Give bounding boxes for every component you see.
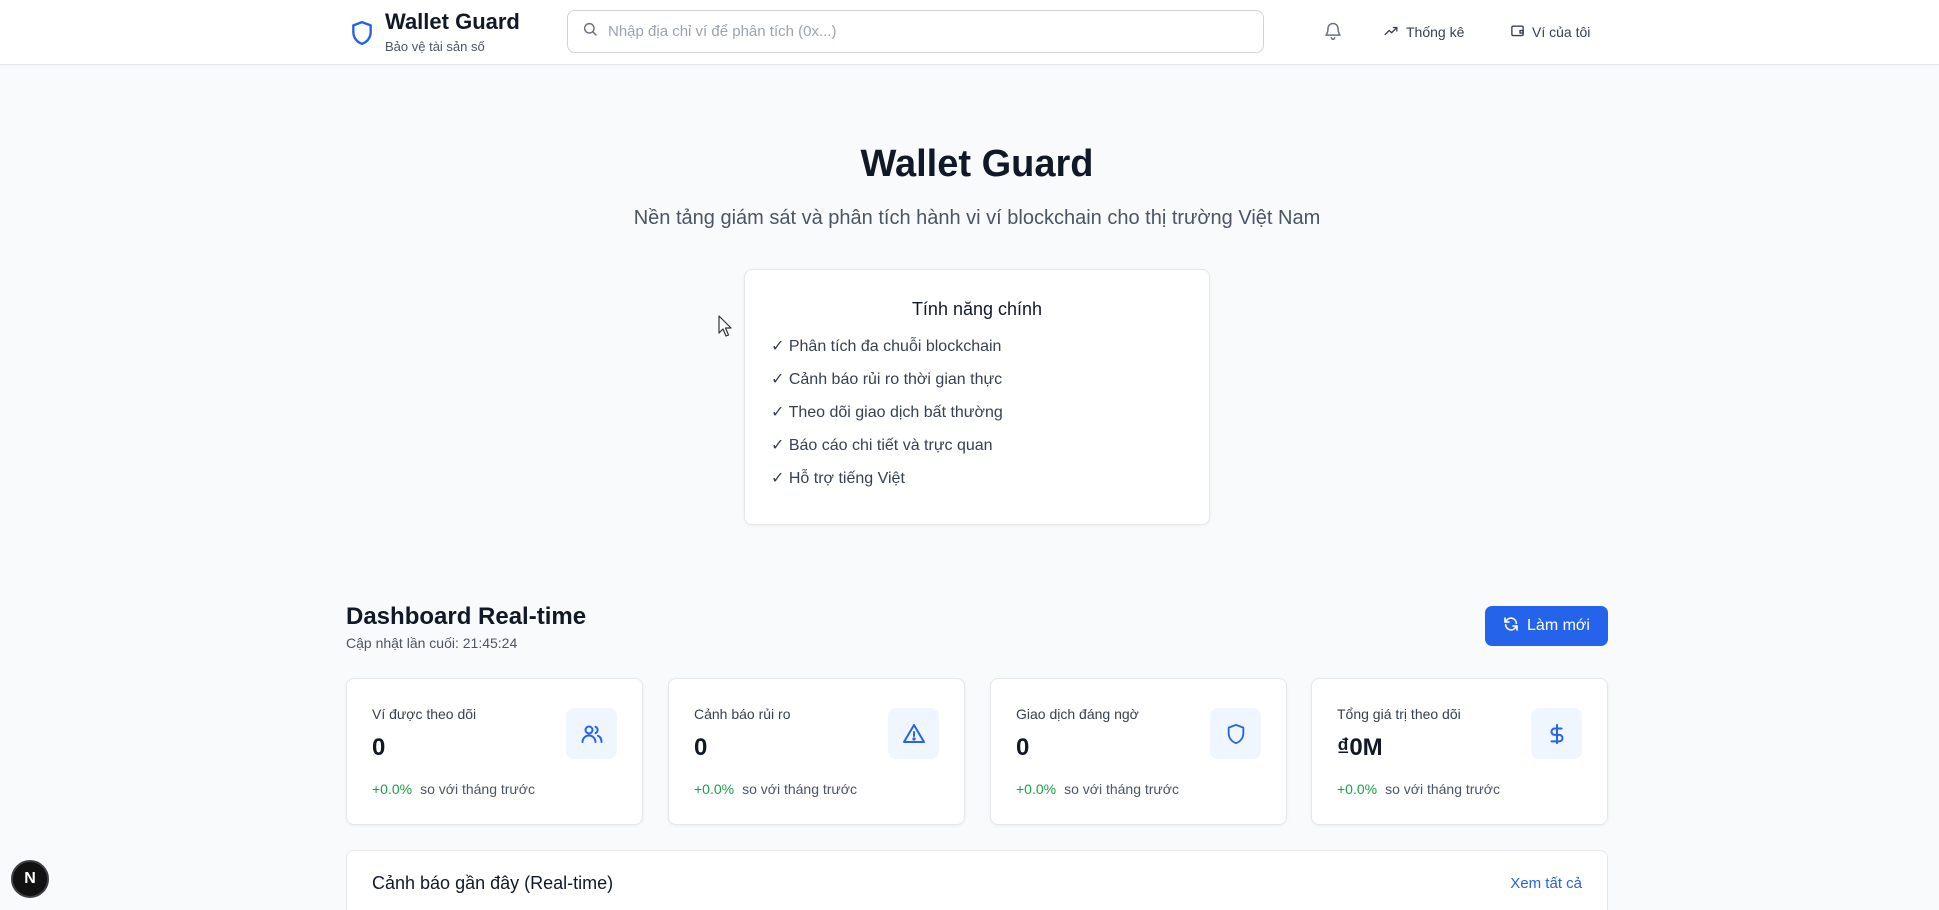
stat-change-percent: +0.0% (1016, 781, 1057, 797)
refresh-button-label: Làm mới (1527, 617, 1590, 634)
dashboard-title: Dashboard Real-time (346, 603, 587, 630)
stat-card-value: 0 (694, 734, 708, 761)
stat-card-change: +0.0% so với tháng trước (1016, 781, 1179, 797)
bell-icon[interactable] (1323, 20, 1345, 42)
stat-card-label: Cảnh báo rủi ro (694, 706, 791, 722)
stat-card-change: +0.0% so với tháng trước (1337, 781, 1500, 797)
stat-card-risk-alerts: Cảnh báo rủi ro 0 +0.0% so với tháng trướ… (668, 678, 965, 825)
brand-logo[interactable]: Wallet Guard Bảo vệ tài sản số (347, 10, 520, 56)
feature-item: ✓ Hỗ trợ tiếng Việt (771, 470, 905, 487)
hero-title: Wallet Guard (860, 143, 1094, 185)
stat-change-compare: so với tháng trước (1064, 781, 1179, 797)
stat-card-total-value: Tổng giá trị theo dõi ₫0M +0.0% so với th… (1311, 678, 1608, 825)
stat-change-compare: so với tháng trước (1385, 781, 1500, 797)
hero-subtitle: Nền tảng giám sát và phân tích hành vi v… (633, 207, 1321, 229)
stat-change-percent: +0.0% (1337, 781, 1378, 797)
shield-icon (347, 16, 377, 50)
feature-item: ✓ Theo dõi giao dịch bất thường (771, 404, 1003, 421)
stat-card-label: Giao dịch đáng ngờ (1016, 706, 1139, 722)
shield-icon (1210, 708, 1261, 759)
wallet-icon (1510, 23, 1532, 41)
feature-item: ✓ Phân tích đa chuỗi blockchain (771, 338, 1002, 355)
wallet-search-bar (567, 10, 1264, 53)
brand-subtitle: Bảo vệ tài sản số (385, 39, 485, 54)
stat-change-percent: +0.0% (372, 781, 413, 797)
features-title: Tính năng chính (911, 299, 1043, 319)
feature-item: ✓ Cảnh báo rủi ro thời gian thực (771, 371, 1003, 388)
search-icon (582, 21, 598, 42)
stat-change-compare: so với tháng trước (420, 781, 535, 797)
refresh-icon (1503, 616, 1527, 637)
view-all-alerts-link[interactable]: Xem tất cả (1510, 875, 1582, 892)
top-navigation-bar: Wallet Guard Bảo vệ tài sản số Thống kê … (0, 0, 1939, 65)
stat-card-label: Tổng giá trị theo dõi (1337, 706, 1461, 722)
mouse-cursor-icon (718, 315, 734, 344)
brand-title: Wallet Guard (385, 9, 520, 34)
alert-triangle-icon (888, 708, 939, 759)
recent-alerts-title: Cảnh báo gần đây (Real-time) (372, 873, 614, 893)
feature-item: ✓ Báo cáo chi tiết và trực quan (771, 437, 993, 454)
last-updated-text: Cập nhật lần cuối: 21:45:24 (346, 635, 518, 651)
wallet-address-input[interactable] (608, 23, 1263, 40)
dev-tools-badge[interactable]: N (11, 860, 49, 898)
nav-link-my-wallet[interactable]: Ví của tôi (1510, 20, 1590, 44)
recent-alerts-panel: Cảnh báo gần đây (Real-time) Xem tất cả (346, 850, 1608, 910)
stat-card-label: Ví được theo dõi (372, 706, 477, 722)
trending-up-icon (1383, 24, 1406, 41)
nav-link-wallet-label: Ví của tôi (1532, 24, 1591, 40)
stat-card-value: 0 (1016, 734, 1030, 761)
stat-card-value: ₫0M (1337, 734, 1383, 761)
stat-change-percent: +0.0% (694, 781, 735, 797)
dollar-icon (1531, 708, 1582, 759)
stat-change-compare: so với tháng trước (742, 781, 857, 797)
stat-card-value: 0 (372, 734, 386, 761)
stat-card-tracked-wallets: Ví được theo dõi 0 +0.0% so với tháng trư… (346, 678, 643, 825)
stat-card-change: +0.0% so với tháng trước (372, 781, 535, 797)
stat-card-change: +0.0% so với tháng trước (694, 781, 857, 797)
refresh-button[interactable]: Làm mới (1485, 606, 1608, 646)
features-card: Tính năng chính ✓ Phân tích đa chuỗi blo… (744, 269, 1210, 525)
nav-link-stats-label: Thống kê (1406, 24, 1465, 40)
stat-card-suspicious-transactions: Giao dịch đáng ngờ 0 +0.0% so với tháng t… (990, 678, 1287, 825)
features-list: ✓ Phân tích đa chuỗi blockchain ✓ Cảnh b… (771, 337, 1209, 502)
nav-link-stats[interactable]: Thống kê (1383, 20, 1464, 44)
users-icon (566, 708, 617, 759)
